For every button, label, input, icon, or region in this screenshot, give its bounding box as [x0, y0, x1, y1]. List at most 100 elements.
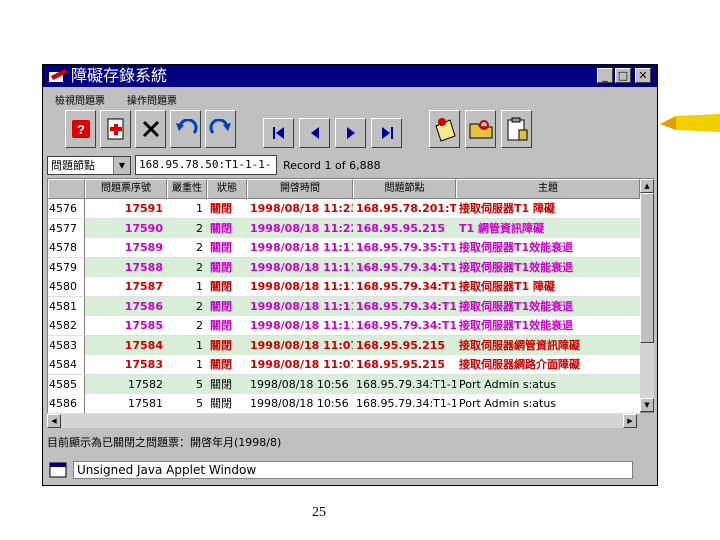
problem-node-dropdown[interactable]: 問題節點 ▼: [47, 156, 131, 175]
cell-time: 1998/08/18 11:11: [247, 316, 353, 336]
maximize-button[interactable]: □: [615, 68, 631, 83]
help-icon: ?: [71, 120, 90, 138]
column-header-id[interactable]: 問題票序號: [85, 179, 167, 199]
cell-id: 17589: [85, 238, 167, 258]
table-row[interactable]: 4585 17582 5 關閉 1998/08/18 10:56 168.95.79.34…: [48, 374, 640, 395]
first-record-icon: [272, 127, 284, 139]
table-row[interactable]: 4580 17587 1 關閉 1998/08/18 11:11 168.95.79.34…: [48, 277, 640, 297]
last-record-button[interactable]: [371, 118, 402, 148]
cell-status: 關閉: [207, 238, 247, 258]
cell-status: 關閉: [207, 297, 247, 317]
previous-record-button[interactable]: [299, 118, 330, 148]
clipboard-icon: [507, 117, 527, 141]
cell-sev: 1: [167, 336, 207, 356]
cell-sev: 2: [167, 258, 207, 278]
vertical-scrollbar[interactable]: ▲ ▼: [640, 179, 654, 412]
cell-sev: 5: [167, 375, 207, 395]
column-header-sev[interactable]: 嚴重性: [167, 179, 207, 199]
clipboard-button[interactable]: [501, 110, 532, 148]
open-folder-button[interactable]: [465, 110, 496, 148]
cell-subject: 接取伺服器網路介面障礙: [456, 355, 640, 375]
row-number-header: [48, 179, 85, 199]
undo-button[interactable]: [170, 110, 201, 148]
scroll-down-icon[interactable]: ▼: [640, 398, 654, 412]
next-record-icon: [346, 127, 355, 139]
cell-node: 168.95.79.34:T1-1-: [353, 297, 456, 317]
cell-sev: 2: [167, 219, 207, 239]
redo-button[interactable]: [205, 110, 236, 148]
table-row[interactable]: 4586 17581 5 關閉 1998/08/18 10:56 168.95.79.34…: [48, 394, 640, 414]
column-header-status[interactable]: 狀態: [207, 179, 247, 199]
cell-subject: 接取伺服器網管資訊障礙: [456, 336, 640, 356]
cell-status: 關閉: [207, 258, 247, 278]
cell-id: 17585: [85, 316, 167, 336]
menu-operate-tickets[interactable]: 操作問題票: [127, 92, 177, 107]
add-ticket-button[interactable]: [100, 110, 131, 148]
scroll-thumb[interactable]: [640, 193, 654, 343]
status-bar: 目前顯示為已關閉之問題票：開啓年月(1998/8): [47, 436, 282, 449]
cell-subject: Port Admin s:atus: [456, 375, 640, 395]
cell-id: 17583: [85, 355, 167, 375]
next-record-button[interactable]: [335, 118, 366, 148]
table-row[interactable]: 4583 17584 1 關閉 1998/08/18 11:07 168.95.95.21…: [48, 335, 640, 356]
add-document-icon: [107, 118, 123, 140]
cell-node: 168.95.95.215: [353, 219, 456, 239]
scroll-up-icon[interactable]: ▲: [640, 179, 654, 193]
scroll-left-icon[interactable]: ◀: [47, 414, 61, 428]
cell-time: 1998/08/18 11:11: [247, 277, 353, 297]
scroll-right-icon[interactable]: ▶: [623, 414, 637, 428]
minimize-button[interactable]: _: [597, 68, 613, 83]
column-header-subject[interactable]: 主題: [456, 179, 640, 199]
menu-view-tickets[interactable]: 檢視問題票: [55, 92, 105, 107]
help-button[interactable]: ?: [65, 110, 96, 148]
table-row[interactable]: 4582 17585 2 關閉 1998/08/18 11:11 168.95.79.34…: [48, 316, 640, 336]
table-row[interactable]: 4579 17588 2 關閉 1998/08/18 11:11 168.95.79.34…: [48, 257, 640, 278]
cell-time: 1998/08/18 11:11: [247, 258, 353, 278]
table-row[interactable]: 4576 17591 1 關閉 1998/08/18 11:23 168.95.78.20…: [48, 199, 640, 219]
table-row[interactable]: 4577 17590 2 關閉 1998/08/18 11:22 168.95.95.21…: [48, 218, 640, 239]
cell-id: 17590: [85, 219, 167, 239]
row-number: 4582: [48, 316, 85, 336]
applet-warning-text: Unsigned Java Applet Window: [73, 461, 633, 479]
table-row[interactable]: 4578 17589 2 關閉 1998/08/18 11:11 168.95.79.35…: [48, 238, 640, 258]
row-number: 4584: [48, 355, 85, 375]
column-header-time[interactable]: 開啓時間: [247, 179, 353, 199]
chevron-down-icon[interactable]: ▼: [113, 157, 130, 174]
cell-id: 17587: [85, 277, 167, 297]
cell-node: 168.95.79.35:T1-1-: [353, 238, 456, 258]
cell-time: 1998/08/18 11:22: [247, 219, 353, 239]
cell-node: 168.95.95.215: [353, 336, 456, 356]
title-bar[interactable]: 障礙存錄系統 _ □ ✕: [43, 65, 657, 87]
horizontal-scrollbar[interactable]: ◀ ▶: [47, 414, 637, 428]
cell-status: 關閉: [207, 219, 247, 239]
table-row[interactable]: 4584 17583 1 關閉 1998/08/18 11:07 168.95.95.21…: [48, 355, 640, 375]
cell-id: 17591: [85, 199, 167, 219]
cell-sev: 1: [167, 277, 207, 297]
cell-subject: Port Admin s:atus: [456, 394, 640, 414]
row-number: 4581: [48, 296, 85, 317]
cell-subject: 接取伺服器T1效能衰退: [456, 238, 640, 258]
menu-bar: 檢視問題票 操作問題票: [43, 89, 657, 107]
redo-arrow-icon: [209, 119, 231, 134]
cell-subject: 接取伺服器T1 障礙: [456, 277, 640, 297]
application-window: 障礙存錄系統 _ □ ✕ 檢視問題票 操作問題票 ? 問題節點 ▼ 168.95…: [42, 64, 658, 486]
node-input[interactable]: 168.95.78.50:T1-1-1-8: [135, 155, 277, 189]
cell-sev: 2: [167, 316, 207, 336]
applet-warning-bar: Unsigned Java Applet Window: [47, 460, 653, 482]
cell-time: 1998/08/18 10:56: [247, 394, 353, 414]
cell-subject: 接取伺服器T1效能衰退: [456, 297, 640, 317]
edit-note-button[interactable]: [429, 110, 460, 148]
cell-id: 17581: [85, 394, 167, 414]
last-record-icon: [381, 127, 393, 139]
row-number: 4579: [48, 257, 85, 278]
row-number: 4583: [48, 335, 85, 356]
delete-ticket-button[interactable]: [135, 110, 166, 148]
first-record-button[interactable]: [263, 118, 294, 148]
cell-sev: 2: [167, 238, 207, 258]
svg-text:?: ?: [77, 122, 85, 137]
close-button[interactable]: ✕: [635, 68, 651, 83]
column-header-node[interactable]: 問題節點: [353, 179, 456, 199]
cell-status: 關閉: [207, 277, 247, 297]
toolbar: ?: [65, 110, 657, 152]
table-row[interactable]: 4581 17586 2 關閉 1998/08/18 11:11 168.95.79.34…: [48, 296, 640, 317]
